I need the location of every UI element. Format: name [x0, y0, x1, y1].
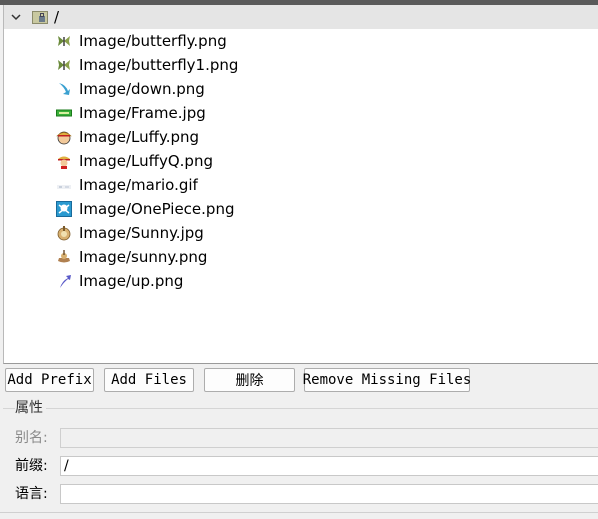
tree-item[interactable]: Image/up.png: [56, 269, 556, 293]
alias-label: 别名:: [15, 430, 48, 446]
properties-group-title: 属性: [15, 399, 46, 417]
tree-item-label: Image/Sunny.jpg: [79, 224, 204, 242]
add-files-button[interactable]: Add Files: [104, 368, 194, 392]
language-field[interactable]: [60, 484, 598, 504]
butterfly-icon: [58, 36, 70, 46]
delete-button[interactable]: 删除: [204, 368, 295, 392]
tree-item[interactable]: Image/mario.gif: [56, 173, 556, 197]
prefix-label: 前缀:: [15, 458, 48, 474]
tree-root-label: /: [54, 8, 60, 26]
tree-item-label: Image/Frame.jpg: [79, 104, 206, 122]
tree-item-label: Image/down.png: [79, 80, 205, 98]
butterfly-icon: [58, 60, 70, 70]
frame-icon: [56, 109, 72, 117]
folder-lock-icon: [32, 11, 48, 24]
tree-item[interactable]: Image/Sunny.jpg: [56, 221, 556, 245]
tree-item-label: Image/sunny.png: [79, 248, 208, 266]
tree-item-label: Image/butterfly1.png: [79, 56, 239, 74]
tree-item-label: Image/up.png: [79, 272, 184, 290]
tree-item[interactable]: Image/Frame.jpg: [56, 101, 556, 125]
onepiece-icon: [56, 201, 72, 217]
mario-icon: [57, 185, 71, 189]
tree-item[interactable]: Image/OnePiece.png: [56, 197, 556, 221]
remove-missing-files-button[interactable]: Remove Missing Files: [303, 368, 471, 392]
tree-item-label: Image/Luffy.png: [79, 128, 200, 146]
tree-item-label: Image/LuffyQ.png: [79, 152, 213, 170]
tree-item-label: Image/mario.gif: [79, 176, 198, 194]
arrow-down-icon: [59, 83, 70, 95]
chevron-down-icon[interactable]: [10, 11, 22, 23]
tree-item-label: Image/butterfly.png: [79, 32, 227, 50]
resource-tree[interactable]: / Image/butterfly.png Image/butterfly1.p…: [3, 5, 598, 364]
add-prefix-button[interactable]: Add Prefix: [5, 368, 94, 392]
alias-field: [60, 428, 598, 448]
luffy-icon: [56, 131, 72, 145]
tree-item[interactable]: Image/sunny.png: [56, 245, 556, 269]
language-label: 语言:: [15, 486, 48, 502]
properties-group-border: [3, 408, 598, 409]
tree-item[interactable]: Image/LuffyQ.png: [56, 149, 556, 173]
tree-item[interactable]: Image/butterfly1.png: [56, 53, 556, 77]
prefix-field[interactable]: /: [60, 456, 598, 476]
tree-item[interactable]: Image/butterfly.png: [56, 29, 556, 53]
sunny-icon: [58, 250, 70, 263]
sunny-icon: [57, 226, 71, 241]
arrow-up-icon: [60, 275, 71, 288]
tree-item[interactable]: Image/down.png: [56, 77, 556, 101]
tree-item[interactable]: Image/Luffy.png: [56, 125, 556, 149]
luffyq-icon: [58, 156, 70, 169]
tree-root-row[interactable]: /: [4, 5, 598, 29]
tree-item-label: Image/OnePiece.png: [79, 200, 235, 218]
